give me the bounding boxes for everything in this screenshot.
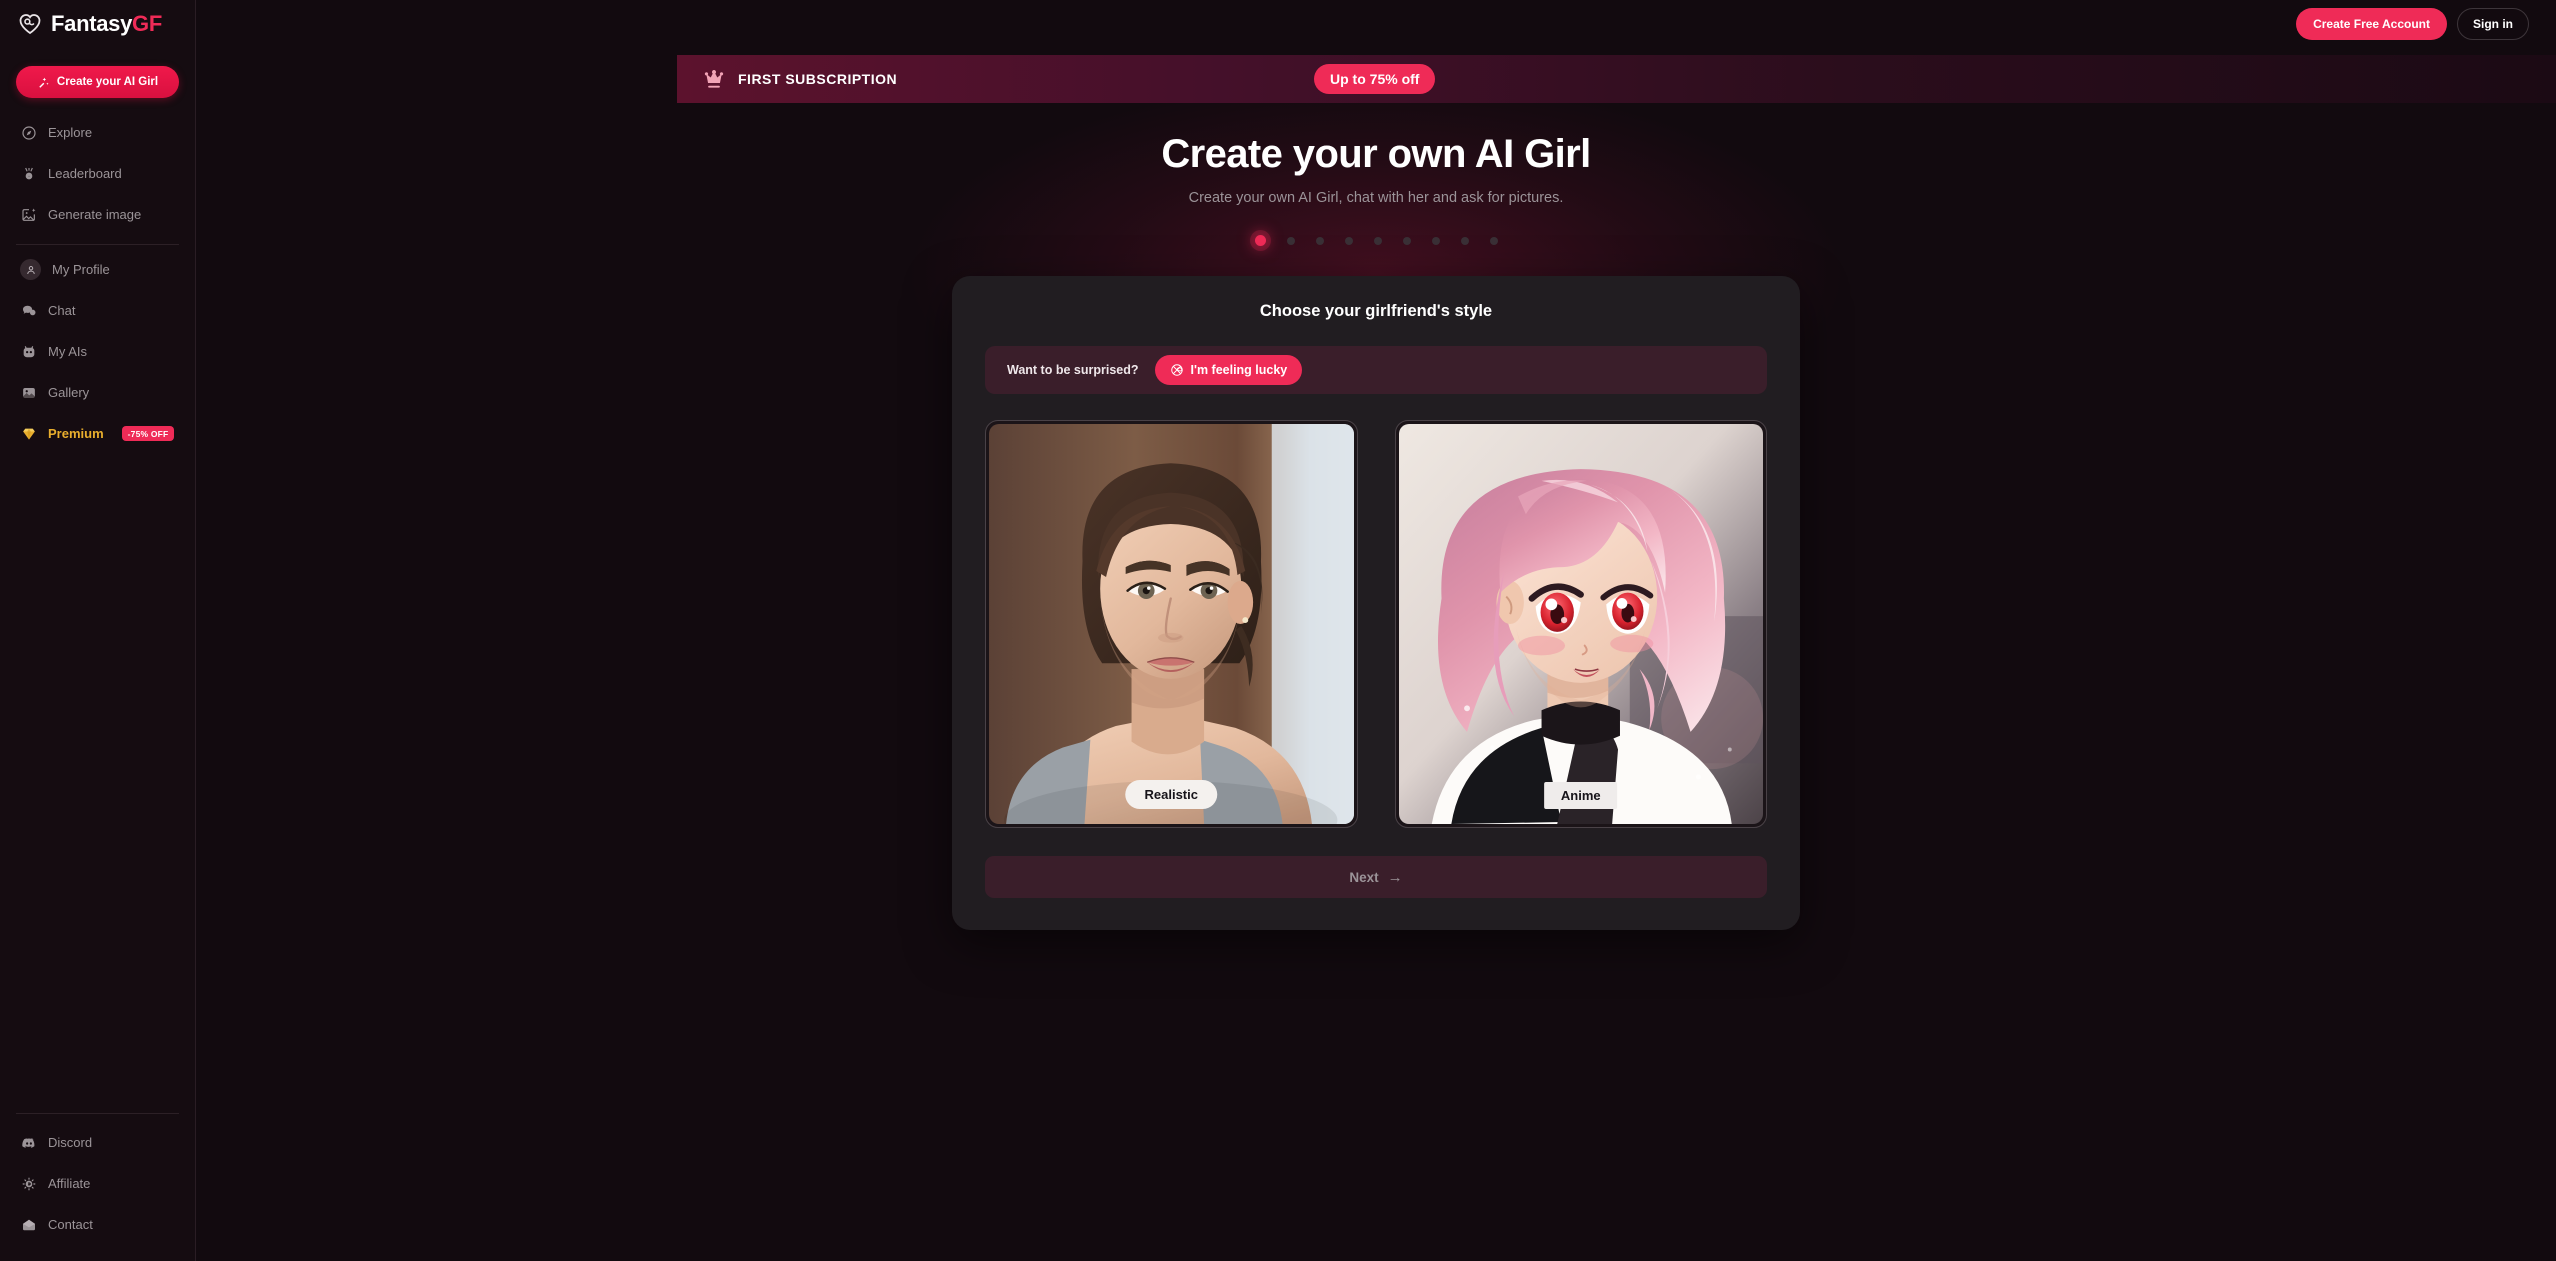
sidebar-item-contact[interactable]: Contact: [0, 1204, 195, 1245]
chat-bubble-icon: [20, 302, 37, 319]
style-option-anime[interactable]: Anime: [1394, 420, 1767, 828]
sidebar-item-my-ais[interactable]: My AIs: [0, 331, 195, 372]
image-sparkle-icon: [20, 206, 37, 223]
sidebar-item-label: Generate image: [48, 207, 142, 222]
sidebar-item-label: Gallery: [48, 385, 90, 400]
compass-icon: [20, 124, 37, 141]
style-option-label: Realistic: [1125, 780, 1217, 809]
robot-icon: [20, 343, 37, 360]
sidebar-item-discord[interactable]: Discord: [0, 1122, 195, 1163]
sidebar-item-label: Premium: [48, 426, 104, 441]
style-selection-card: Choose your girlfriend's style Want to b…: [952, 276, 1800, 930]
user-avatar-icon: [20, 259, 41, 280]
anime-portrait-pink-hair: [1398, 424, 1763, 824]
sidebar-item-my-profile[interactable]: My Profile: [0, 249, 195, 290]
style-option-label: Anime: [1543, 782, 1618, 809]
clover-icon: [1170, 364, 1183, 376]
step-dot-9[interactable]: [1489, 236, 1498, 245]
next-button[interactable]: Next →: [985, 856, 1767, 898]
sidebar-item-chat[interactable]: Chat: [0, 290, 195, 331]
sidebar-item-gallery[interactable]: Gallery: [0, 372, 195, 413]
topbar-actions: Create Free Account Sign in: [2296, 0, 2529, 48]
diamond-icon: [20, 425, 37, 442]
step-dot-2[interactable]: [1286, 236, 1295, 245]
arrow-right-icon: →: [1387, 868, 1403, 886]
discord-icon: [20, 1134, 37, 1151]
sidebar-item-premium[interactable]: Premium -75% OFF: [0, 413, 195, 454]
style-option-realistic-image: [989, 424, 1354, 824]
step-dot-4[interactable]: [1344, 236, 1353, 245]
sidebar-item-explore[interactable]: Explore: [0, 112, 195, 153]
feeling-lucky-button[interactable]: I'm feeling lucky: [1154, 355, 1303, 385]
step-dot-1[interactable]: [1254, 235, 1266, 246]
sidebar-item-label: Discord: [48, 1135, 93, 1150]
surprise-row: Want to be surprised? I'm feeling lucky: [985, 346, 1767, 394]
sign-in-button[interactable]: Sign in: [2457, 8, 2529, 40]
step-dot-6[interactable]: [1402, 236, 1411, 245]
sidebar-item-label: Chat: [48, 303, 76, 318]
magic-wand-icon: [39, 77, 49, 88]
sidebar-item-label: Affiliate: [48, 1176, 91, 1191]
create-ai-girl-label: Create your AI Girl: [56, 76, 159, 88]
brand-logo[interactable]: FantasyGF: [0, 0, 195, 48]
sidebar: FantasyGF Create your AI Girl Explore Le…: [0, 0, 196, 1261]
step-dot-8[interactable]: [1460, 236, 1469, 245]
main-content: Create Free Account Sign in FIRST SUBSCR…: [196, 0, 2556, 1261]
sidebar-item-label: My Profile: [52, 262, 110, 277]
premium-discount-badge: -75% OFF: [121, 426, 175, 441]
heart-logo-icon: [19, 14, 41, 35]
feeling-lucky-label: I'm feeling lucky: [1190, 363, 1288, 377]
sidebar-item-affiliate[interactable]: Affiliate: [0, 1163, 195, 1204]
sidebar-item-label: My AIs: [48, 344, 88, 359]
next-button-label: Next: [1349, 869, 1379, 885]
create-ai-girl-button[interactable]: Create your AI Girl: [16, 66, 179, 98]
page-title: Create your own AI Girl: [1161, 132, 1591, 176]
sidebar-item-label: Leaderboard: [48, 166, 122, 181]
medal-icon: [20, 165, 37, 182]
sidebar-primary-nav: Explore Leaderboard Generate image My Pr…: [0, 98, 195, 454]
create-free-account-button[interactable]: Create Free Account: [2296, 8, 2447, 40]
page-subtitle: Create your own AI Girl, chat with her a…: [1188, 190, 1564, 206]
step-dot-7[interactable]: [1431, 236, 1440, 245]
surprise-question: Want to be surprised?: [1007, 363, 1139, 377]
style-option-anime-image: [1398, 424, 1763, 824]
step-dot-5[interactable]: [1373, 236, 1382, 245]
photo-portrait-woman: [989, 424, 1354, 824]
brand-name-accent: GF: [132, 11, 162, 36]
sidebar-item-label: Explore: [48, 125, 93, 140]
envelope-icon: [20, 1216, 37, 1233]
style-options: Realistic Anime: [985, 420, 1767, 828]
brand-name-primary: Fantasy: [51, 11, 133, 36]
sidebar-bottom-divider: [16, 1113, 179, 1114]
hero-section: Create your own AI Girl Create your own …: [196, 0, 2556, 246]
card-title: Choose your girlfriend's style: [1259, 302, 1493, 320]
brand-name: FantasyGF: [51, 13, 162, 35]
sidebar-item-generate-image[interactable]: Generate image: [0, 194, 195, 235]
gallery-icon: [20, 384, 37, 401]
affiliate-coin-icon: [20, 1175, 37, 1192]
app-root: FantasyGF Create your AI Girl Explore Le…: [0, 0, 2556, 1261]
sidebar-item-label: Contact: [48, 1217, 93, 1232]
sidebar-divider: [16, 244, 179, 245]
sidebar-item-leaderboard[interactable]: Leaderboard: [0, 153, 195, 194]
sidebar-bottom-nav: Discord Affiliate Contact: [0, 1104, 195, 1261]
step-indicator: [196, 235, 2556, 246]
style-option-realistic[interactable]: Realistic: [985, 420, 1358, 828]
step-dot-3[interactable]: [1315, 236, 1324, 245]
